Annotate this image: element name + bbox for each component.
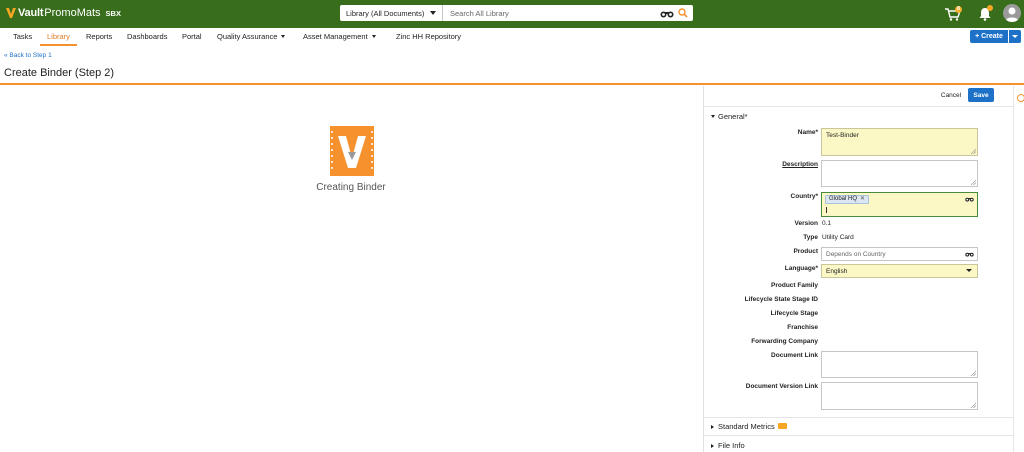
page-title: Create Binder (Step 2) (4, 67, 115, 79)
global-search: Library (All Documents) (340, 5, 693, 21)
section-file-info-label: File Info (718, 441, 745, 450)
section-file-info-toggle[interactable]: File Info (711, 441, 745, 450)
caret-right-icon (711, 425, 714, 429)
brand-product: PromoMats (44, 7, 101, 19)
creating-status-text: Creating Binder (316, 182, 386, 193)
nav-zinc-hh-repository[interactable]: Zinc HH Repository (396, 32, 461, 41)
language-value: English (826, 268, 848, 275)
franchise-label: Franchise (787, 324, 818, 331)
product-field[interactable]: Depends on Country (821, 247, 978, 261)
nav-asset-management-label: Asset Management (303, 32, 368, 41)
help-icon[interactable] (1017, 94, 1024, 102)
language-label: Language* (784, 265, 818, 272)
name-value: Test-Binder (826, 132, 859, 139)
lifecycle-stage-label: Lifecycle Stage (770, 310, 818, 317)
lifecycle-state-stage-id-label: Lifecycle State Stage ID (744, 296, 818, 303)
environment-label: SBX (105, 8, 121, 18)
vault-binder-icon (330, 126, 374, 176)
notification-badge (987, 5, 993, 11)
vault-logo-icon (6, 8, 16, 18)
search-icon[interactable] (678, 8, 688, 18)
section-general-label: General* (718, 112, 748, 121)
product-family-label: Product Family (771, 282, 818, 289)
country-field[interactable]: Global HQ ✕ (821, 192, 978, 217)
country-chip-label: Global HQ (829, 196, 858, 202)
document-link-label: Document Link (771, 352, 818, 359)
active-tab-indicator (40, 44, 77, 46)
version-label: Version (794, 220, 818, 227)
brand-name: Vault (18, 7, 44, 19)
document-link-field[interactable] (821, 351, 978, 378)
section-standard-metrics-toggle[interactable]: Standard Metrics (711, 422, 787, 431)
country-chip: Global HQ ✕ (825, 195, 870, 204)
panel-edge (1013, 86, 1014, 452)
nav-library[interactable]: Library (47, 32, 70, 41)
resize-grip-icon[interactable] (971, 403, 976, 408)
caret-right-icon (711, 444, 714, 448)
country-label: Country* (790, 193, 818, 200)
product-placeholder: Depends on Country (826, 251, 886, 258)
nav-dashboards[interactable]: Dashboards (127, 32, 167, 41)
avatar-icon (1005, 7, 1019, 22)
section-general-toggle[interactable]: General* (711, 112, 748, 121)
search-scope-dropdown[interactable]: Library (All Documents) (340, 5, 443, 21)
version-value: 0.1 (822, 220, 832, 227)
binoculars-icon[interactable] (965, 196, 974, 202)
resize-grip-icon[interactable] (971, 180, 976, 185)
create-button[interactable]: + Create (970, 30, 1008, 43)
avatar[interactable] (1003, 4, 1021, 22)
resize-grip-icon[interactable] (971, 149, 976, 154)
nav-asset-management[interactable]: Asset Management (303, 32, 376, 41)
product-label: Product (793, 248, 818, 255)
description-label: Description (782, 161, 818, 168)
binoculars-icon[interactable] (660, 9, 674, 18)
panel-divider (704, 435, 1013, 436)
forwarding-company-label: Forwarding Company (751, 338, 818, 345)
back-to-step-link[interactable]: « Back to Step 1 (4, 52, 52, 59)
caret-down-icon (711, 115, 715, 118)
chevron-down-icon (430, 11, 436, 15)
cart-count-badge: 8 (955, 6, 962, 13)
nav-quality-assurance-label: Quality Assurance (217, 32, 278, 41)
resize-grip-icon[interactable] (971, 371, 976, 376)
type-value: Utility Card (822, 234, 854, 241)
chevron-down-icon (966, 269, 972, 272)
text-cursor (826, 207, 827, 213)
binoculars-icon[interactable] (965, 251, 974, 257)
type-label: Type (803, 234, 818, 241)
description-field[interactable] (821, 160, 978, 187)
email-icon (777, 423, 787, 429)
save-button[interactable]: Save (968, 88, 994, 102)
nav-reports[interactable]: Reports (86, 32, 112, 41)
remove-chip-icon[interactable]: ✕ (860, 196, 865, 202)
name-label: Name* (797, 129, 818, 136)
create-menu-toggle[interactable] (1009, 30, 1021, 43)
nav-quality-assurance[interactable]: Quality Assurance (217, 32, 286, 41)
document-version-link-field[interactable] (821, 382, 978, 410)
name-field[interactable]: Test-Binder (821, 128, 978, 156)
cancel-button[interactable]: Cancel (937, 89, 965, 102)
search-scope-label: Library (All Documents) (346, 8, 425, 18)
search-input[interactable] (443, 6, 660, 20)
section-standard-metrics-label: Standard Metrics (718, 422, 775, 431)
title-divider (0, 83, 1024, 85)
vault-logo[interactable]: Vault PromoMats SBX (6, 6, 121, 20)
nav-portal[interactable]: Portal (182, 32, 202, 41)
panel-divider (704, 106, 1013, 107)
nav-tasks[interactable]: Tasks (13, 32, 32, 41)
panel-divider (704, 417, 1013, 418)
chevron-down-icon (281, 35, 286, 38)
language-select[interactable]: English (821, 264, 978, 278)
document-version-link-label: Document Version Link (745, 383, 818, 390)
chevron-down-icon (371, 35, 376, 38)
